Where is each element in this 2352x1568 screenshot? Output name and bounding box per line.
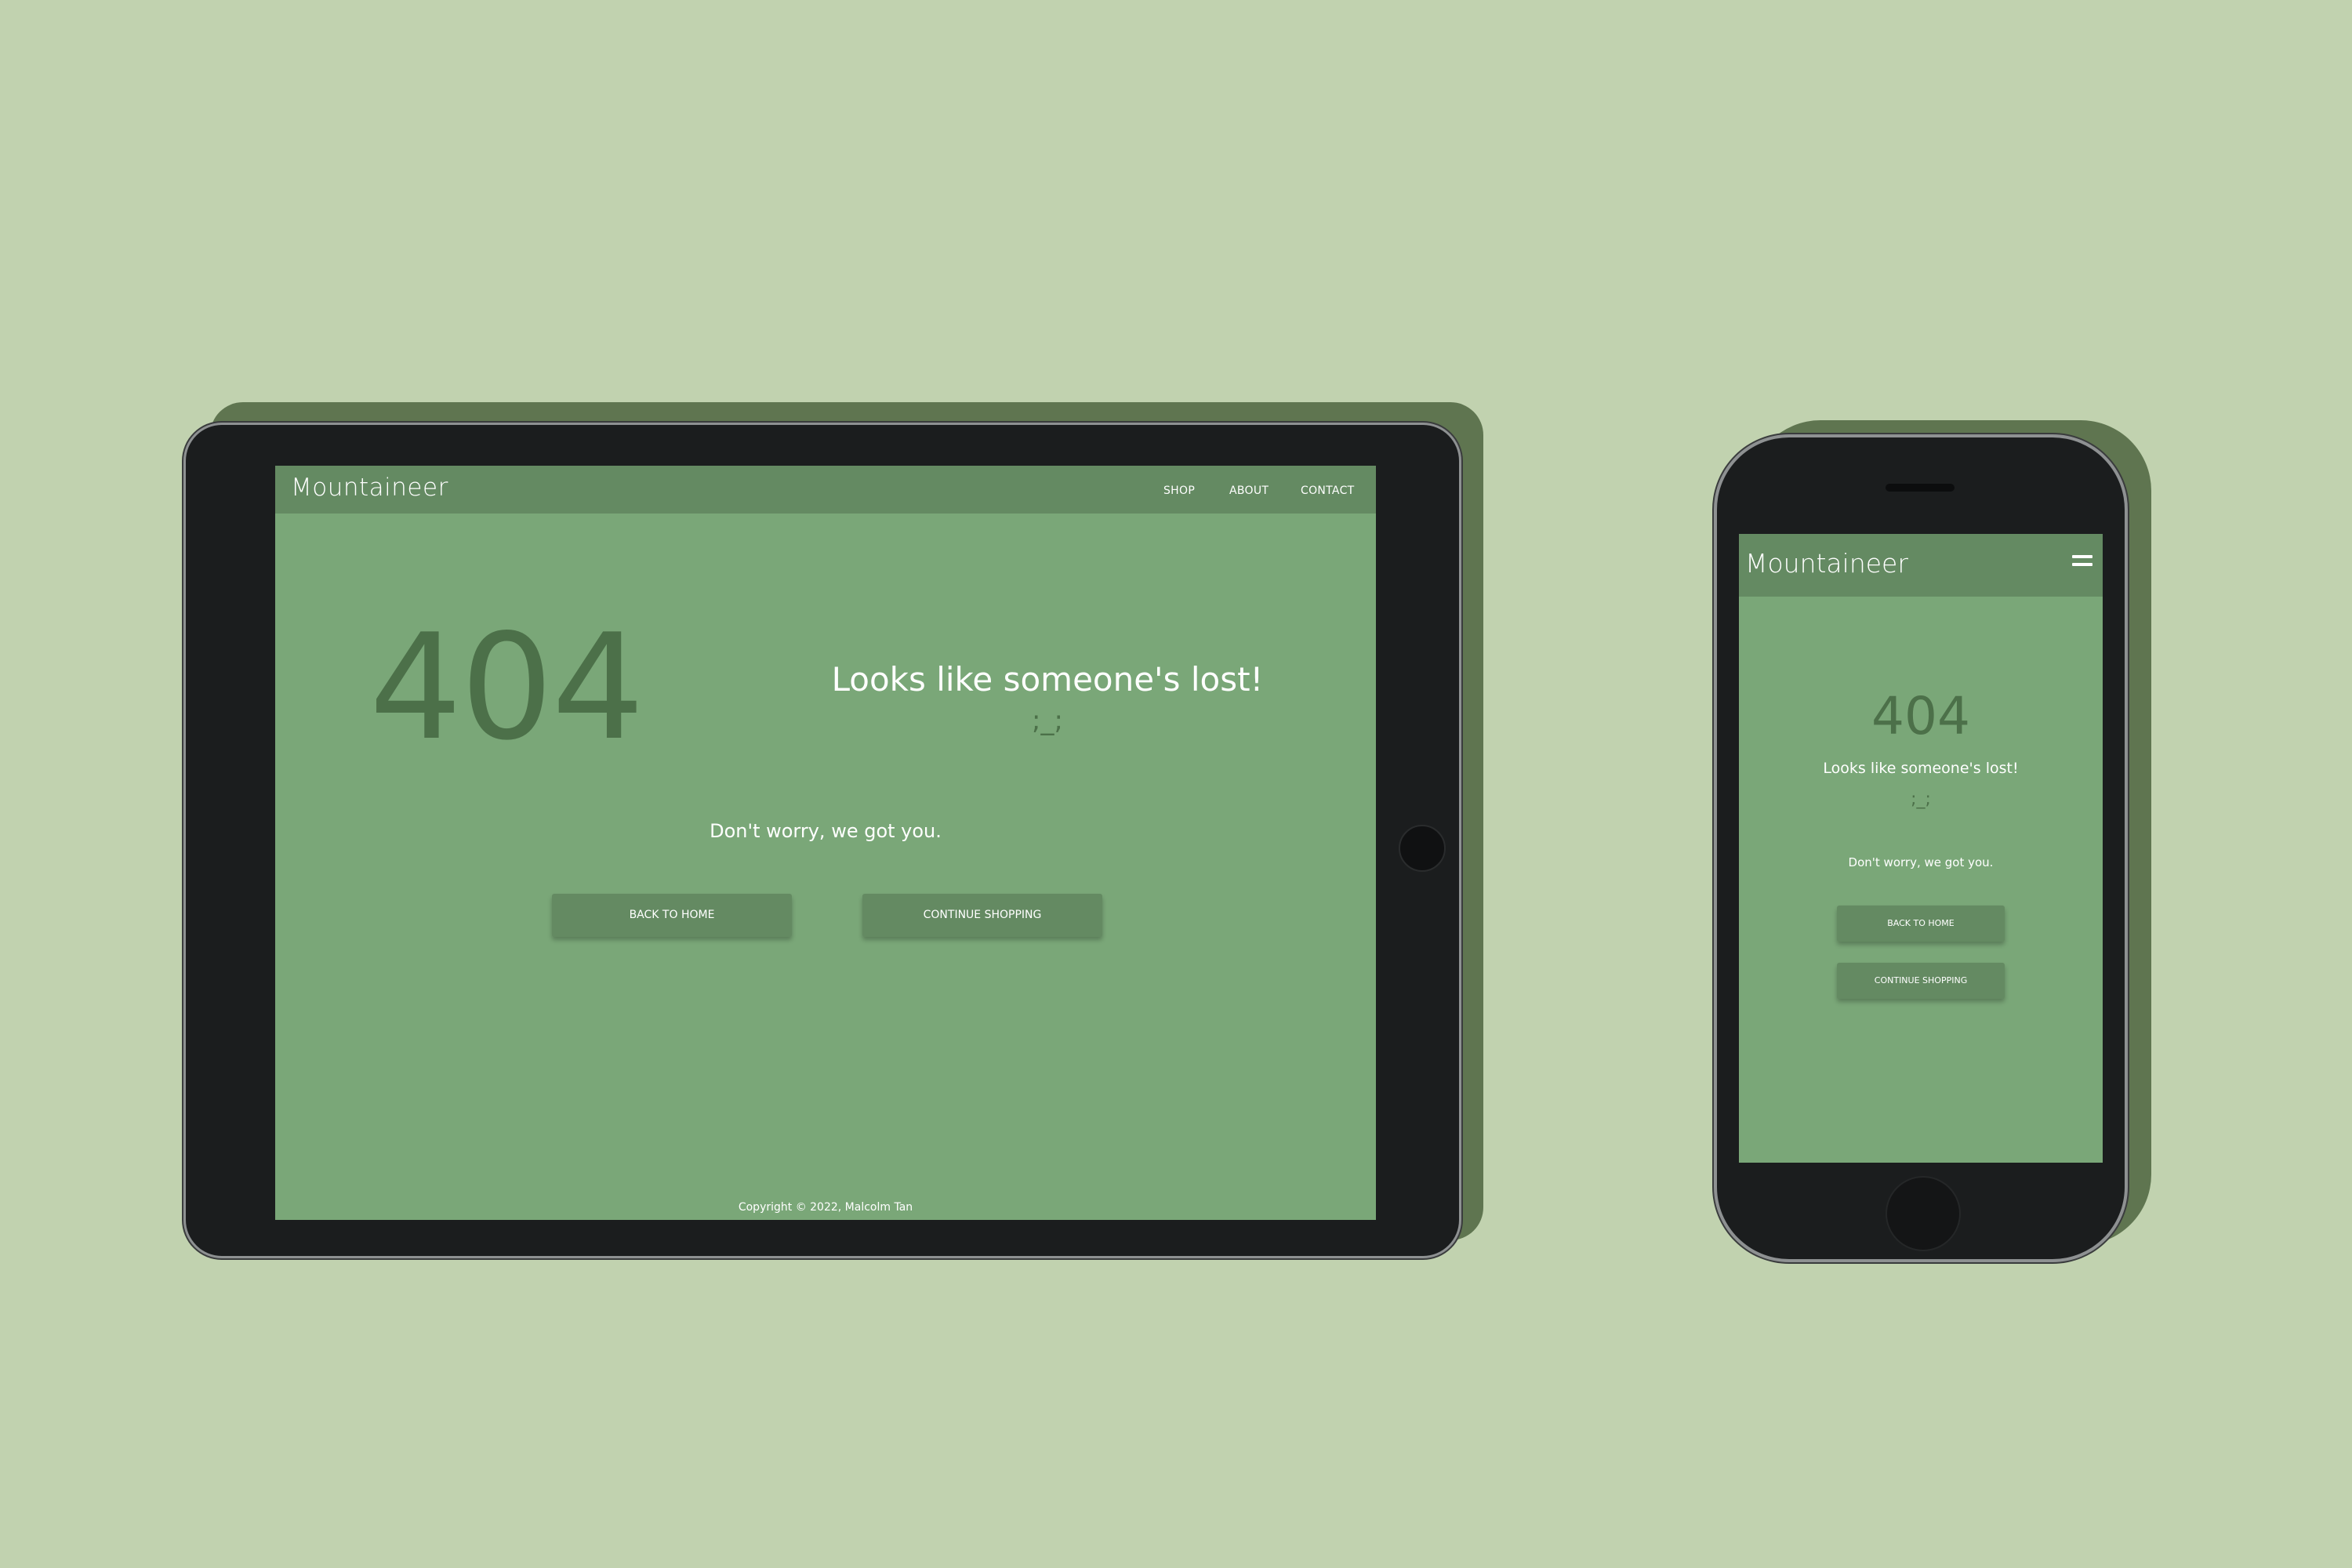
phone-navbar: Mountaineer: [1739, 534, 2103, 597]
reassurance-text: Don't worry, we got you.: [710, 820, 942, 842]
tablet-home-button: [1399, 825, 1446, 872]
error-code: 404: [369, 602, 644, 772]
phone-home-button: [1886, 1176, 1961, 1251]
tablet-brand-logo[interactable]: Mountaineer: [291, 474, 448, 502]
nav-link-about[interactable]: ABOUT: [1229, 485, 1269, 497]
footer-copyright: Copyright © 2022, Malcolm Tan: [738, 1201, 913, 1214]
phone-continue-shopping-button[interactable]: CONTINUE SHOPPING: [1837, 963, 2005, 999]
phone-screen: Mountaineer 404 Looks like someone's los…: [1739, 534, 2103, 1163]
error-headline: Looks like someone's lost!: [831, 660, 1264, 699]
tablet-navbar: Mountaineer SHOP ABOUT CONTACT: [275, 466, 1376, 514]
sad-emoticon: ;_;: [1032, 705, 1063, 736]
nav-link-contact[interactable]: CONTACT: [1301, 485, 1355, 497]
hamburger-menu-icon[interactable]: [2072, 555, 2092, 569]
phone-speaker: [1886, 484, 1955, 492]
phone-error-headline: Looks like someone's lost!: [1823, 760, 2019, 777]
phone-sad-emoticon: ;_;: [1911, 789, 1931, 809]
phone-brand-logo[interactable]: Mountaineer: [1745, 548, 1908, 579]
phone-reassurance-text: Don't worry, we got you.: [1848, 855, 1994, 869]
back-to-home-button[interactable]: BACK TO HOME: [552, 894, 792, 937]
continue-shopping-button[interactable]: CONTINUE SHOPPING: [862, 894, 1102, 937]
tablet-screen: Mountaineer SHOP ABOUT CONTACT 404 Looks…: [275, 466, 1376, 1220]
nav-link-shop[interactable]: SHOP: [1163, 485, 1195, 497]
phone-back-to-home-button[interactable]: BACK TO HOME: [1837, 906, 2005, 942]
phone-error-code: 404: [1871, 686, 1970, 746]
